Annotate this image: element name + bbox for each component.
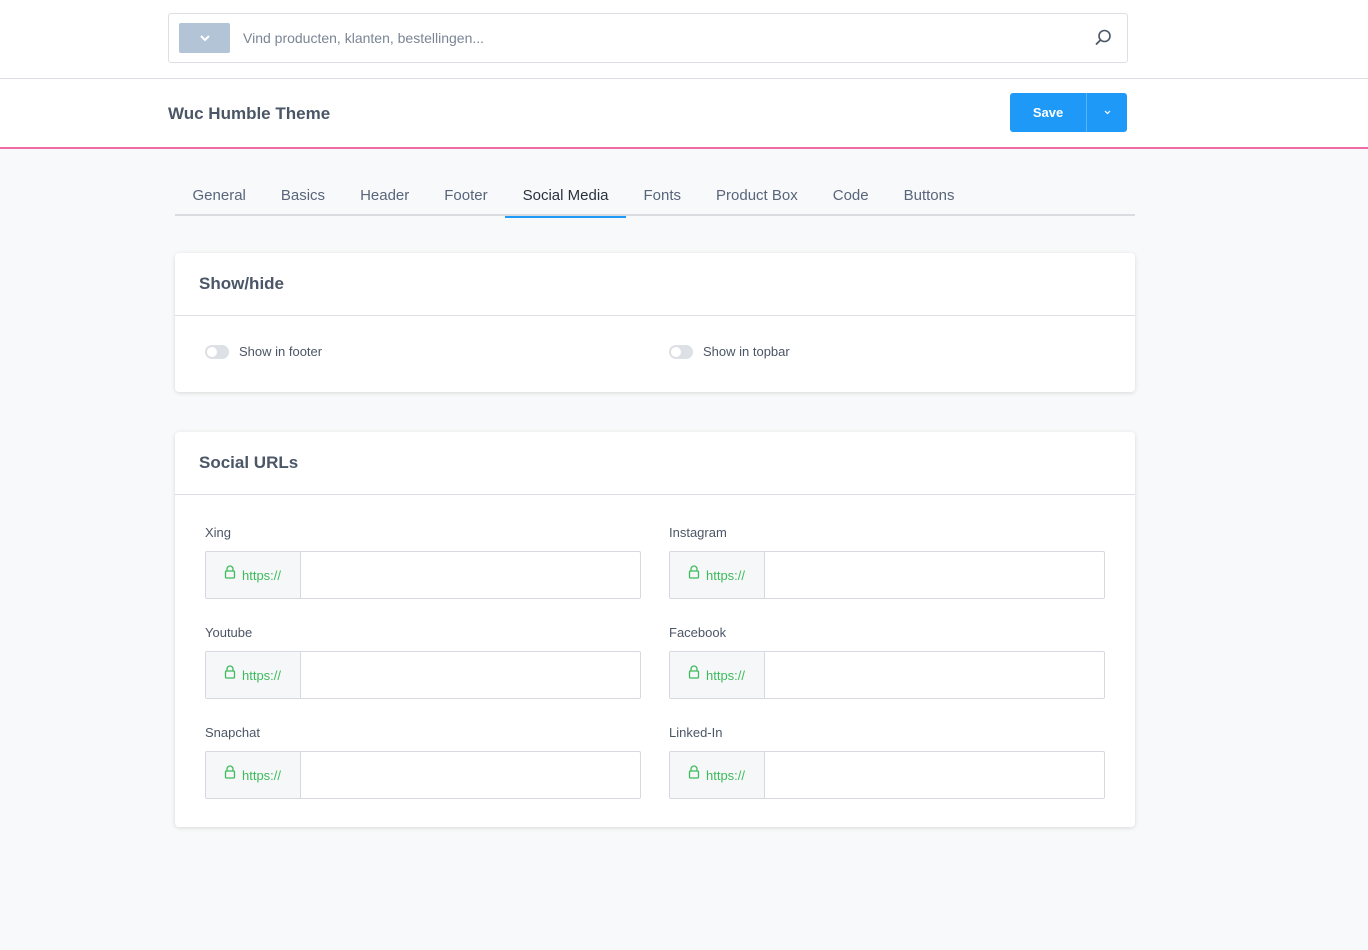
card-title: Show/hide: [199, 274, 284, 293]
field-label: Xing: [205, 525, 232, 540]
lock-icon: [688, 565, 700, 579]
url-prefix-text: https://: [706, 567, 746, 583]
top-bar: [0, 0, 1368, 79]
tab-basics[interactable]: Basics: [263, 176, 342, 216]
toggle-label: Show in topbar: [703, 344, 790, 359]
card-header: Show/hide: [175, 253, 1135, 316]
show-in-topbar-toggle[interactable]: [669, 344, 693, 359]
chevron-down-icon: [199, 35, 210, 42]
save-button-group: Save: [1010, 93, 1127, 132]
tab-product-box[interactable]: Product Box: [699, 176, 816, 216]
facebook-field: Facebook https://: [669, 625, 1105, 699]
url-prefix: https://: [670, 752, 765, 798]
show-in-footer-toggle[interactable]: [205, 344, 229, 359]
tab-header[interactable]: Header: [343, 176, 427, 216]
url-input-group: https://: [205, 751, 641, 799]
lock-icon: [688, 665, 700, 679]
url-input-group: https://: [669, 551, 1105, 599]
field-label: Facebook: [669, 625, 727, 640]
xing-url-input[interactable]: [301, 552, 640, 598]
save-button[interactable]: Save: [1010, 93, 1087, 132]
showhide-card: Show/hide Show in footer Show in topbar: [175, 253, 1135, 392]
tab-footer[interactable]: Footer: [427, 176, 505, 216]
card-header: Social URLs: [175, 432, 1135, 495]
linkedin-url-input[interactable]: [765, 752, 1104, 798]
page-header: Wuc Humble Theme Save: [0, 79, 1368, 149]
url-prefix: https://: [206, 552, 301, 598]
field-label: Snapchat: [205, 725, 260, 740]
linkedin-field: Linked-In https://: [669, 725, 1105, 799]
snapchat-field: Snapchat https://: [205, 725, 641, 799]
save-options-dropdown[interactable]: [1087, 93, 1127, 132]
url-prefix: https://: [206, 752, 301, 798]
field-label: Instagram: [669, 525, 727, 540]
tab-social-media[interactable]: Social Media: [505, 176, 626, 218]
url-input-group: https://: [205, 551, 641, 599]
show-in-footer-row: Show in footer: [205, 344, 322, 359]
instagram-url-input[interactable]: [765, 552, 1104, 598]
tab-buttons[interactable]: Buttons: [886, 176, 972, 216]
facebook-url-input[interactable]: [765, 652, 1104, 698]
tab-general[interactable]: General: [175, 176, 263, 216]
lock-icon: [224, 665, 236, 679]
tab-code[interactable]: Code: [815, 176, 886, 216]
url-input-group: https://: [669, 651, 1105, 699]
url-input-group: https://: [205, 651, 641, 699]
search-icon[interactable]: [1093, 28, 1113, 48]
toggle-label: Show in footer: [239, 344, 323, 359]
url-prefix-text: https://: [242, 667, 282, 683]
global-search: [168, 13, 1128, 63]
snapchat-url-input[interactable]: [301, 752, 640, 798]
search-input[interactable]: [243, 24, 1073, 52]
url-prefix-text: https://: [706, 767, 746, 783]
lock-icon: [688, 765, 700, 779]
search-scope-dropdown[interactable]: [179, 23, 230, 53]
url-prefix-text: https://: [242, 767, 282, 783]
url-prefix-text: https://: [242, 567, 282, 583]
url-input-group: https://: [669, 751, 1105, 799]
settings-tabs: General Basics Header Footer Social Medi…: [175, 176, 1135, 218]
xing-field: Xing https://: [205, 525, 641, 599]
lock-icon: [224, 765, 236, 779]
youtube-url-input[interactable]: [301, 652, 640, 698]
url-prefix: https://: [670, 552, 765, 598]
youtube-field: Youtube https://: [205, 625, 641, 699]
url-prefix-text: https://: [706, 667, 746, 683]
instagram-field: Instagram https://: [669, 525, 1105, 599]
show-in-topbar-row: Show in topbar: [669, 344, 790, 359]
chevron-down-icon: [1104, 110, 1110, 115]
tab-fonts[interactable]: Fonts: [626, 176, 699, 216]
card-title: Social URLs: [199, 453, 299, 472]
page-title: Wuc Humble Theme: [168, 104, 331, 123]
social-urls-card: Social URLs Xing https:// Instagram http…: [175, 432, 1135, 827]
url-prefix: https://: [206, 652, 301, 698]
url-prefix: https://: [670, 652, 765, 698]
field-label: Linked-In: [669, 725, 723, 740]
lock-icon: [224, 565, 236, 579]
field-label: Youtube: [205, 625, 253, 640]
